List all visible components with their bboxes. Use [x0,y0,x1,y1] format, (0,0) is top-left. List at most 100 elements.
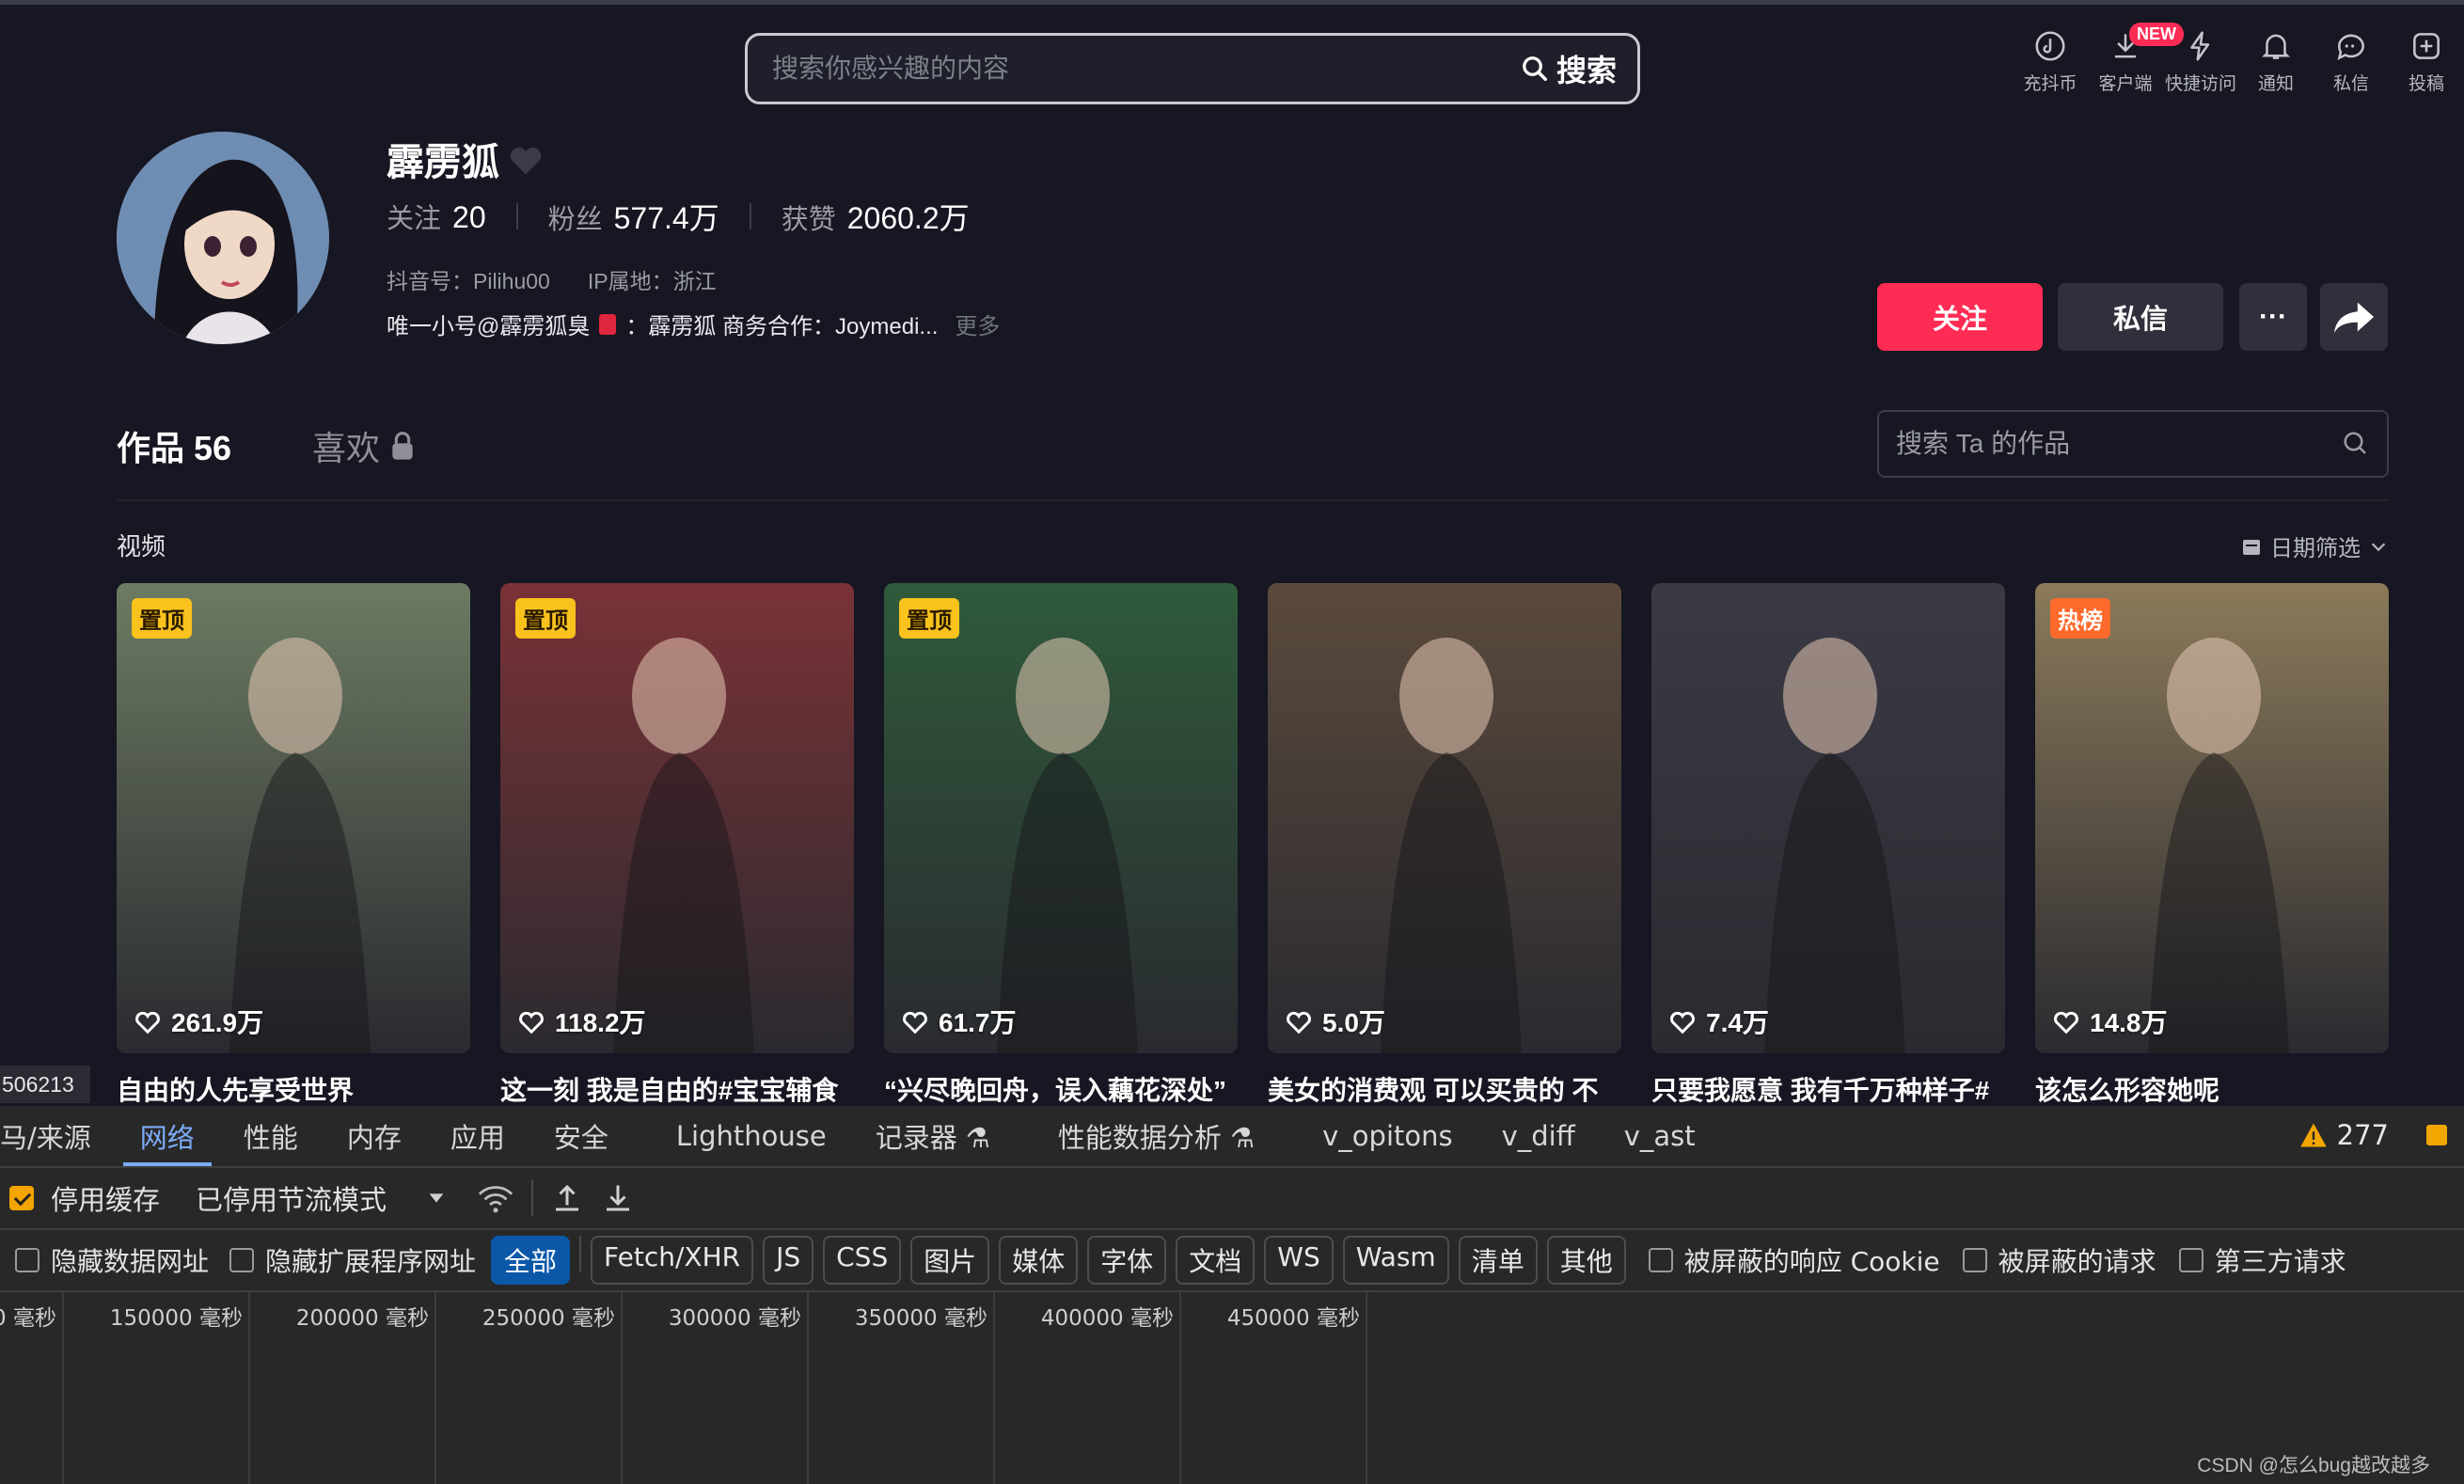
more-options-button[interactable]: ··· [2239,283,2307,351]
filter-chip[interactable]: JS [763,1236,814,1285]
timeline-tick-label: 400000 毫秒 [1040,1306,1174,1331]
follow-button[interactable]: 关注 [1877,283,2043,351]
network-conditions-icon[interactable] [477,1181,514,1215]
devtools-tab[interactable]: 安全 [529,1106,633,1166]
filter-chip[interactable]: Wasm [1342,1236,1449,1285]
global-search-bar[interactable]: 搜索 [745,33,1640,104]
filter-chip[interactable]: 字体 [1087,1236,1167,1285]
issues-flag-icon[interactable] [2426,1125,2447,1145]
message-button[interactable]: 私信 [2058,283,2223,351]
video-title[interactable]: “兴尽晚回舟，误入藕花深处” [884,1070,1238,1106]
video-title[interactable]: 该怎么形容她呢 [2035,1070,2389,1106]
checkbox[interactable] [1648,1248,1673,1272]
video-thumbnail [613,638,754,1053]
devtools-tab[interactable]: v_opitons [1298,1106,1477,1166]
nav-item-quick-access[interactable]: 快捷访问 [2163,28,2238,95]
video-card[interactable]: 置顶 61.7万 [884,583,1238,1053]
search-input[interactable] [748,53,1521,85]
filter-chip[interactable]: 全部 [491,1236,571,1285]
tabs-divider [117,499,2389,501]
video-card[interactable]: 热榜 14.8万 [2035,583,2389,1053]
lock-icon [392,432,413,460]
filter-edge [0,1246,6,1274]
video-thumbnail [229,638,371,1053]
filter-chip[interactable]: Fetch/XHR [591,1236,754,1285]
video-title[interactable]: 美女的消费观 可以买贵的 不 [1268,1070,1621,1106]
video-thumbnail [997,638,1138,1053]
video-card[interactable]: 7.4万 [1651,583,2005,1053]
filter-chip[interactable]: 文档 [1176,1236,1256,1285]
nav-item-messages[interactable]: 私信 [2314,28,2389,95]
stat-following[interactable]: 关注 20 [387,197,486,236]
profile-meta: 抖音号：Pilihu00 IP属地：浙江 [387,263,717,295]
bio-more-link[interactable]: 更多 [955,308,1000,340]
heart-icon [519,1011,544,1034]
checkbox-label: 隐藏数据网址 [51,1246,210,1277]
section-title: 视频 [117,532,166,560]
checkbox[interactable] [229,1248,255,1272]
timeline-tick-label: 300000 毫秒 [668,1306,801,1331]
video-card[interactable]: 置顶 261.9万 [117,583,470,1053]
works-search-input[interactable] [1879,428,2342,460]
video-thumbnail [1381,638,1522,1053]
video-card[interactable]: 5.0万 [1268,583,1621,1053]
nav-item-client[interactable]: NEW 客户端 [2088,23,2184,95]
stat-followers[interactable]: 粉丝 577.4万 [548,195,719,238]
date-filter[interactable]: 日期筛选 [2240,529,2389,562]
video-title[interactable]: 自由的人先享受世界 [117,1070,470,1106]
video-card[interactable]: 置顶 118.2万 [500,583,854,1053]
devtools-tab[interactable]: 应用 [426,1106,529,1166]
devtools-tab[interactable]: 性能数据分析 ⚗ [1034,1106,1279,1166]
devtools-tab[interactable]: 网络 [116,1106,219,1166]
profile-name: 霹雳狐 [387,132,545,186]
import-har-icon[interactable] [550,1181,584,1215]
disable-cache-checkbox[interactable] [9,1186,34,1210]
nav-item-notifications[interactable]: 通知 [2238,28,2314,95]
network-timeline-overview[interactable]: 0000 毫秒 150000 毫秒 200000 毫秒 250000 毫秒 300000… [0,1290,2464,1484]
video-tag: 置顶 [132,598,192,639]
filter-chip[interactable]: 清单 [1458,1236,1538,1285]
tab-likes[interactable]: 喜欢 [312,421,416,470]
checkbox[interactable] [1962,1248,1987,1272]
third-party-requests[interactable]: 第三方请求 [2178,1241,2346,1279]
works-search[interactable] [1877,410,2389,478]
filter-chip[interactable]: 媒体 [999,1236,1079,1285]
checkbox[interactable] [2178,1248,2203,1272]
devtools-tab[interactable]: v_diff [1477,1106,1600,1166]
hide-data-urls[interactable]: 隐藏数据网址 [15,1241,209,1279]
export-har-icon[interactable] [601,1181,635,1215]
devtools-tab[interactable]: Lighthouse [652,1106,851,1166]
stat-value: 20 [452,200,486,234]
devtools-tab[interactable]: 性能 [219,1106,323,1166]
heart-icon [2054,1011,2078,1034]
warning-icon [2299,1123,2327,1147]
filter-chip[interactable]: WS [1264,1236,1334,1285]
warning-indicator[interactable]: 277 [2299,1119,2447,1151]
share-arrow-icon [2333,302,2375,334]
checkbox[interactable] [15,1248,39,1272]
search-button-label: 搜索 [1556,54,1617,87]
video-title[interactable]: 只要我愿意 我有千万种样子# [1651,1070,2005,1106]
blocked-requests[interactable]: 被屏蔽的请求 [1962,1241,2156,1279]
filter-chip[interactable]: 其他 [1546,1236,1626,1285]
search-icon[interactable] [2342,430,2370,458]
video-title[interactable]: 这一刻 我是自由的#宝宝辅食 [500,1070,854,1106]
devtools-tab[interactable]: 记录器 ⚗ [851,1106,1015,1166]
search-button[interactable]: 搜索 [1521,47,1637,90]
tab-works[interactable]: 作品 56 [117,421,231,470]
nav-item-upload[interactable]: 投稿 [2389,28,2464,95]
blocked-response-cookies[interactable]: 被屏蔽的响应 Cookie [1648,1241,1940,1279]
share-button[interactable] [2320,283,2388,351]
heart-icon [135,1011,160,1034]
devtools-tab[interactable]: 马/来源 [0,1106,116,1166]
throttle-select[interactable]: 已停用节流模式 [196,1178,387,1218]
devtools-tab[interactable]: 内存 [323,1106,426,1166]
devtools-tab[interactable]: v_ast [1600,1106,1720,1166]
filter-chip[interactable]: 图片 [910,1236,990,1285]
caret-down-icon[interactable] [426,1188,447,1208]
filter-chip[interactable]: CSS [823,1236,902,1285]
video-likes-count: 61.7万 [939,1008,1017,1037]
avatar[interactable] [117,132,329,344]
hide-extension-urls[interactable]: 隐藏扩展程序网址 [229,1241,476,1279]
nav-item-recharge[interactable]: 充抖币 [2013,28,2088,95]
